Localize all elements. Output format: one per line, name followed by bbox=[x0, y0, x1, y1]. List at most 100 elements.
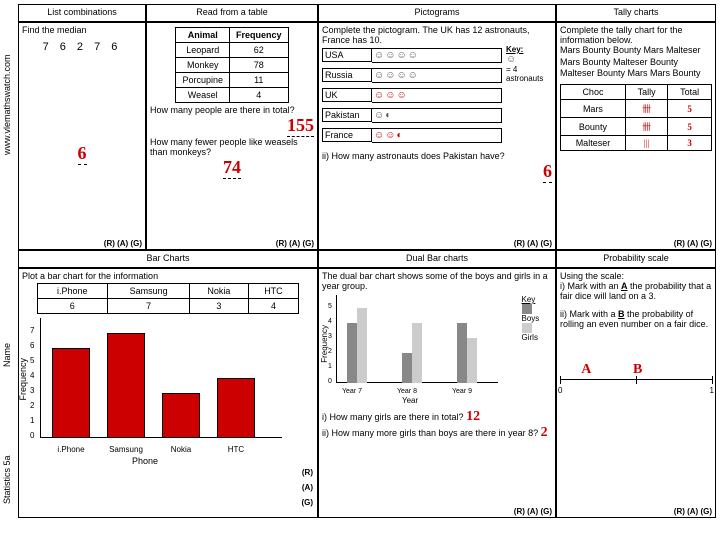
bar-xtick: i.Phone bbox=[47, 445, 95, 454]
key-girls: Girls bbox=[522, 333, 538, 342]
dual-key-label: Key bbox=[522, 295, 548, 304]
picto-label: Pakistan bbox=[322, 108, 372, 122]
panel-tally: Complete the tally chart for the informa… bbox=[556, 22, 716, 250]
table-cell: 62 bbox=[230, 43, 289, 58]
bar-xtick: Nokia bbox=[157, 445, 205, 454]
prob-prompt1: Using the scale: bbox=[560, 271, 712, 281]
picto-prompt: Complete the pictogram. The UK has 12 as… bbox=[322, 25, 552, 45]
hdr-list-combinations: List combinations bbox=[18, 4, 146, 22]
table-cell: Porcupine bbox=[176, 73, 230, 88]
picto-key-text: = 4 astronauts bbox=[506, 65, 552, 83]
name-label: Name bbox=[2, 320, 12, 390]
bar-xlabel: Phone bbox=[132, 456, 158, 466]
tally-marks: 卌 bbox=[625, 118, 667, 136]
dual-a1: 12 bbox=[466, 409, 480, 424]
prob-q2: ii) Mark with a B the probability of rol… bbox=[560, 309, 712, 329]
rag-6: (R) (A) (G) bbox=[514, 507, 552, 516]
table-cell: HTC bbox=[248, 284, 299, 299]
animal-q1: How many people are there in total? bbox=[150, 105, 314, 115]
table-cell: Leopard bbox=[176, 43, 230, 58]
tally-table: ChocTallyTotal Mars卌5 Bounty卌5 Malteser|… bbox=[560, 84, 712, 151]
median-answer: 6 bbox=[78, 143, 87, 165]
dual-xtick: Year 8 bbox=[397, 388, 417, 395]
dual-xtick: Year 7 bbox=[342, 388, 362, 395]
picto-q2: ii) How many astronauts does Pakistan ha… bbox=[322, 151, 552, 161]
table-cell: 4 bbox=[230, 88, 289, 103]
bar-chart: Frequency 0 1 2 3 4 5 6 7 i.Phone Samsun… bbox=[22, 318, 292, 458]
worksheet: List combinations Read from a table Pict… bbox=[18, 4, 716, 536]
hdr-bar: Bar Charts bbox=[18, 250, 318, 268]
col-freq: Frequency bbox=[230, 28, 289, 43]
tally-col: Tally bbox=[625, 85, 667, 100]
tally-cell: Bounty bbox=[561, 118, 626, 136]
hdr-prob: Probability scale bbox=[556, 250, 716, 268]
rag-4: (R) (A) (G) bbox=[674, 239, 712, 248]
table-cell: 6 bbox=[37, 299, 107, 314]
hdr-tally: Tally charts bbox=[556, 4, 716, 22]
table-cell: 4 bbox=[248, 299, 299, 314]
scale-1: 1 bbox=[710, 386, 714, 395]
tally-marks: 卌 bbox=[625, 100, 667, 118]
median-prompt: Find the median bbox=[22, 25, 142, 35]
picto-key-label: Key: bbox=[506, 45, 552, 54]
median-numbers: 7 6 2 7 6 bbox=[22, 41, 142, 53]
dual-a2: 2 bbox=[541, 425, 548, 440]
sheet-label: Statistics 5a bbox=[2, 440, 12, 520]
prob-q1: i) Mark with an A the probability that a… bbox=[560, 281, 712, 301]
dual-q1: i) How many girls are there in total? 12 bbox=[322, 409, 552, 425]
table-cell: Nokia bbox=[190, 284, 248, 299]
bar-xtick: HTC bbox=[212, 445, 260, 454]
panel-median: Find the median 7 6 2 7 6 6 (R) (A) (G) bbox=[18, 22, 146, 250]
dual-xlabel: Year bbox=[402, 396, 418, 405]
table-cell: 78 bbox=[230, 58, 289, 73]
table-cell: Weasel bbox=[176, 88, 230, 103]
table-cell: 7 bbox=[107, 299, 189, 314]
dual-ylabel: Frequency bbox=[320, 325, 329, 363]
bar-samsung bbox=[107, 333, 145, 438]
table-cell: Samsung bbox=[107, 284, 189, 299]
panel-dual: The dual bar chart shows some of the boy… bbox=[318, 268, 556, 518]
animal-table: AnimalFrequency Leopard62 Monkey78 Porcu… bbox=[175, 27, 288, 103]
scale-0: 0 bbox=[558, 386, 562, 395]
prob-scale: 0 1 A B bbox=[560, 379, 712, 399]
picto-icons: ☺◐ bbox=[372, 108, 502, 123]
tally-prompt: Complete the tally chart for the informa… bbox=[560, 25, 712, 45]
picto-icons: ☺☺☺☺ bbox=[372, 48, 502, 63]
table-cell: Monkey bbox=[176, 58, 230, 73]
key-boys: Boys bbox=[522, 314, 540, 323]
animal-q2: How many fewer people like weasels than … bbox=[150, 137, 314, 157]
tally-total: 5 bbox=[668, 118, 712, 136]
picto-a2: 6 bbox=[543, 161, 552, 183]
rag-3: (R) (A) (G) bbox=[514, 239, 552, 248]
tally-total: 3 bbox=[668, 136, 712, 151]
bar-table: i.PhoneSamsungNokiaHTC 6734 bbox=[37, 283, 300, 314]
hdr-pictograms: Pictograms bbox=[318, 4, 556, 22]
rag-1: (R) (A) (G) bbox=[104, 239, 142, 248]
tally-items: Mars Bounty Bounty Mars Malteser Mars Bo… bbox=[560, 45, 712, 80]
animal-a2: 74 bbox=[223, 157, 241, 179]
prob-mark-a: A bbox=[581, 362, 591, 378]
rag-2: (R) (A) (G) bbox=[276, 239, 314, 248]
hdr-read-table: Read from a table bbox=[146, 4, 318, 22]
picto-icons: ☺☺◐ bbox=[372, 128, 502, 143]
website-label: www.vlemathswatch.com bbox=[2, 10, 12, 200]
bar-ylabel: Frequency bbox=[18, 358, 28, 401]
tally-cell: Malteser bbox=[561, 136, 626, 151]
table-cell: 11 bbox=[230, 73, 289, 88]
bar-prompt: Plot a bar chart for the information bbox=[22, 271, 314, 281]
dual-chart: Frequency 0 1 2 3 4 5 Year 7 Yea bbox=[322, 295, 518, 395]
tally-col: Choc bbox=[561, 85, 626, 100]
bar-htc bbox=[217, 378, 255, 438]
panel-bar: Plot a bar chart for the information i.P… bbox=[18, 268, 318, 518]
table-cell: i.Phone bbox=[37, 284, 107, 299]
panel-prob: Using the scale: i) Mark with an A the p… bbox=[556, 268, 716, 518]
prob-mark-b: B bbox=[633, 362, 642, 378]
tally-marks: ||| bbox=[625, 136, 667, 151]
picto-label: UK bbox=[322, 88, 372, 102]
dual-xtick: Year 9 bbox=[452, 388, 472, 395]
dual-q2: ii) How many more girls than boys are th… bbox=[322, 425, 552, 441]
picto-icons: ☺☺☺☺ bbox=[372, 68, 502, 83]
bar-nokia bbox=[162, 393, 200, 438]
picto-icons: ☺☺☺ bbox=[372, 88, 502, 103]
rag-7: (R) (A) (G) bbox=[674, 507, 712, 516]
